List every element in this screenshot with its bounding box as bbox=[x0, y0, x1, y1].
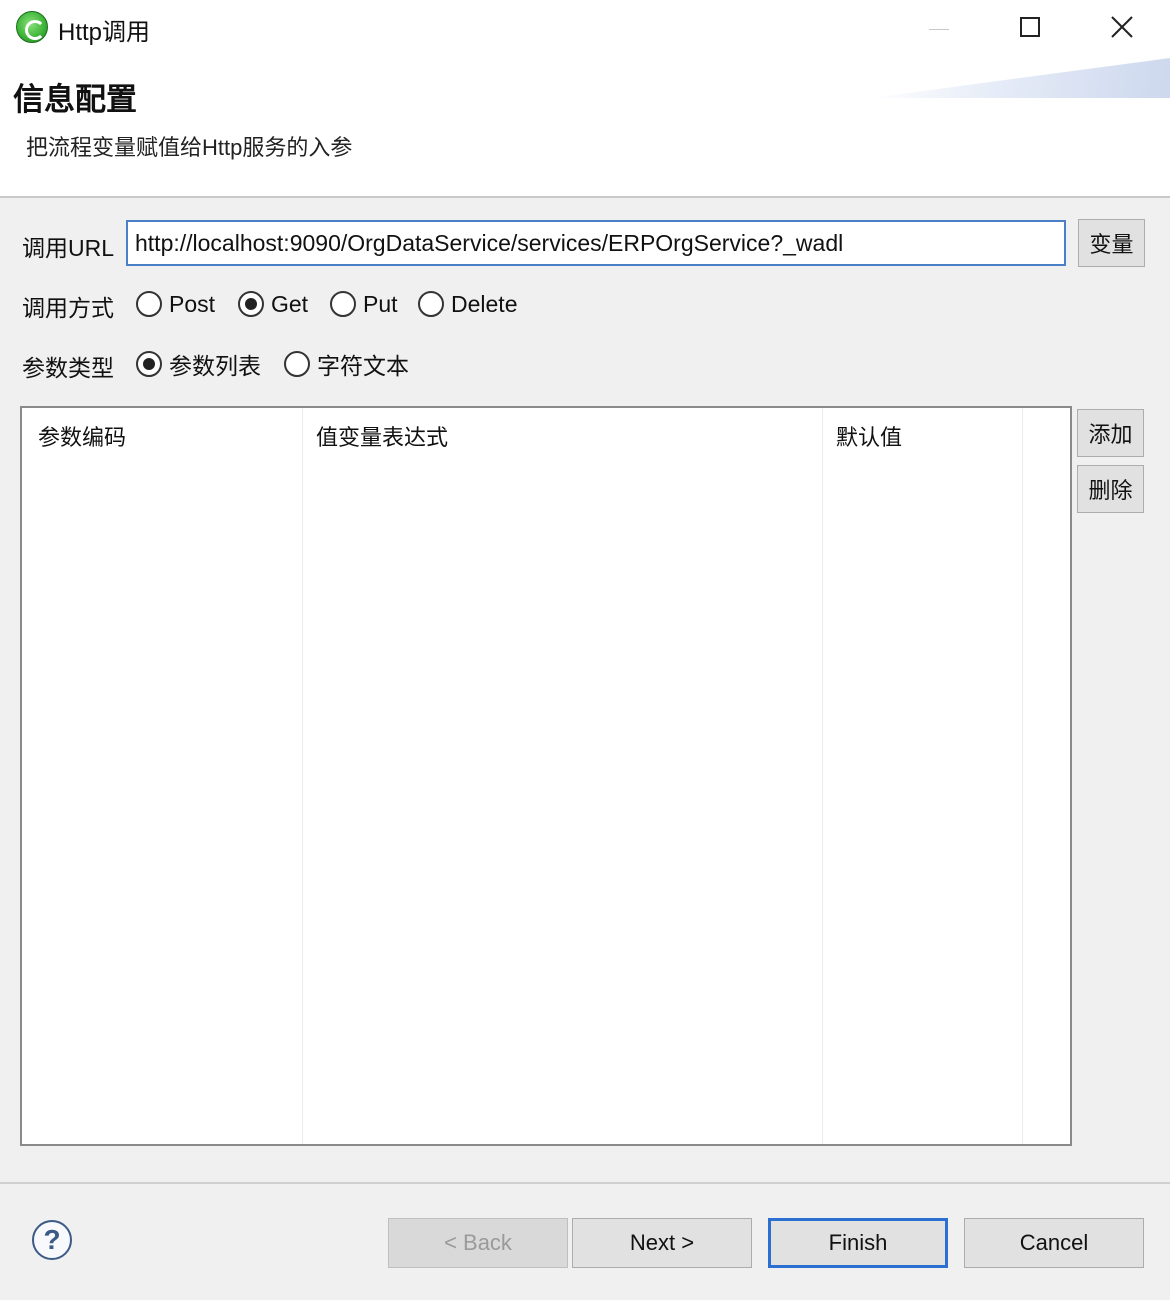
maximize-icon bbox=[1020, 17, 1040, 37]
method-label: 调用方式 bbox=[22, 295, 114, 321]
method-radio-post[interactable]: Post bbox=[136, 289, 215, 319]
param-type-radio-list[interactable]: 参数列表 bbox=[136, 349, 261, 379]
minimize-button[interactable] bbox=[916, 8, 962, 46]
next-button[interactable]: Next > bbox=[572, 1218, 752, 1268]
method-radio-get[interactable]: Get bbox=[238, 289, 308, 319]
method-radio-put[interactable]: Put bbox=[330, 289, 398, 319]
parameter-table[interactable]: 参数编码 值变量表达式 默认值 bbox=[20, 406, 1072, 1146]
close-button[interactable] bbox=[1099, 8, 1145, 46]
delete-row-button[interactable]: 删除 bbox=[1077, 465, 1144, 513]
column-divider bbox=[1022, 408, 1023, 1144]
minimize-icon bbox=[929, 28, 949, 30]
window-title: Http调用 bbox=[58, 19, 151, 46]
column-divider bbox=[302, 408, 303, 1144]
variable-button[interactable]: 变量 bbox=[1078, 219, 1145, 267]
radio-button bbox=[136, 291, 162, 317]
radio-label: Get bbox=[271, 290, 309, 317]
radio-button-selected bbox=[238, 291, 264, 317]
header-divider bbox=[0, 196, 1170, 198]
column-divider bbox=[822, 408, 823, 1144]
footer-divider bbox=[0, 1182, 1170, 1184]
back-button[interactable]: < Back bbox=[388, 1218, 568, 1268]
app-logo-icon bbox=[16, 11, 48, 43]
radio-label: Post bbox=[169, 290, 216, 317]
page-description: 把流程变量赋值给Http服务的入参 bbox=[26, 135, 353, 160]
cancel-button[interactable]: Cancel bbox=[964, 1218, 1144, 1268]
title-bar: Http调用 bbox=[0, 0, 1170, 54]
help-icon[interactable]: ? bbox=[32, 1220, 72, 1260]
param-type-radio-text[interactable]: 字符文本 bbox=[284, 349, 409, 379]
column-header-default-value[interactable]: 默认值 bbox=[836, 420, 902, 452]
radio-button bbox=[284, 351, 310, 377]
page-title: 信息配置 bbox=[13, 82, 137, 117]
radio-label: 参数列表 bbox=[169, 353, 261, 379]
method-radio-delete[interactable]: Delete bbox=[418, 289, 517, 319]
radio-label: 字符文本 bbox=[317, 353, 409, 379]
add-row-button[interactable]: 添加 bbox=[1077, 409, 1144, 457]
close-icon bbox=[1111, 16, 1133, 38]
column-header-param-code[interactable]: 参数编码 bbox=[38, 420, 126, 452]
url-label: 调用URL bbox=[22, 235, 115, 261]
radio-label: Put bbox=[363, 290, 398, 317]
radio-label: Delete bbox=[451, 290, 518, 317]
url-input[interactable] bbox=[126, 220, 1066, 266]
param-type-label: 参数类型 bbox=[22, 355, 114, 381]
column-header-value-expression[interactable]: 值变量表达式 bbox=[316, 420, 448, 452]
header-banner-graphic bbox=[870, 58, 1170, 98]
radio-button bbox=[330, 291, 356, 317]
finish-button[interactable]: Finish bbox=[768, 1218, 948, 1268]
wizard-header: 信息配置 把流程变量赋值给Http服务的入参 bbox=[0, 54, 1170, 196]
radio-button-selected bbox=[136, 351, 162, 377]
radio-button bbox=[418, 291, 444, 317]
maximize-button[interactable] bbox=[1007, 8, 1053, 46]
